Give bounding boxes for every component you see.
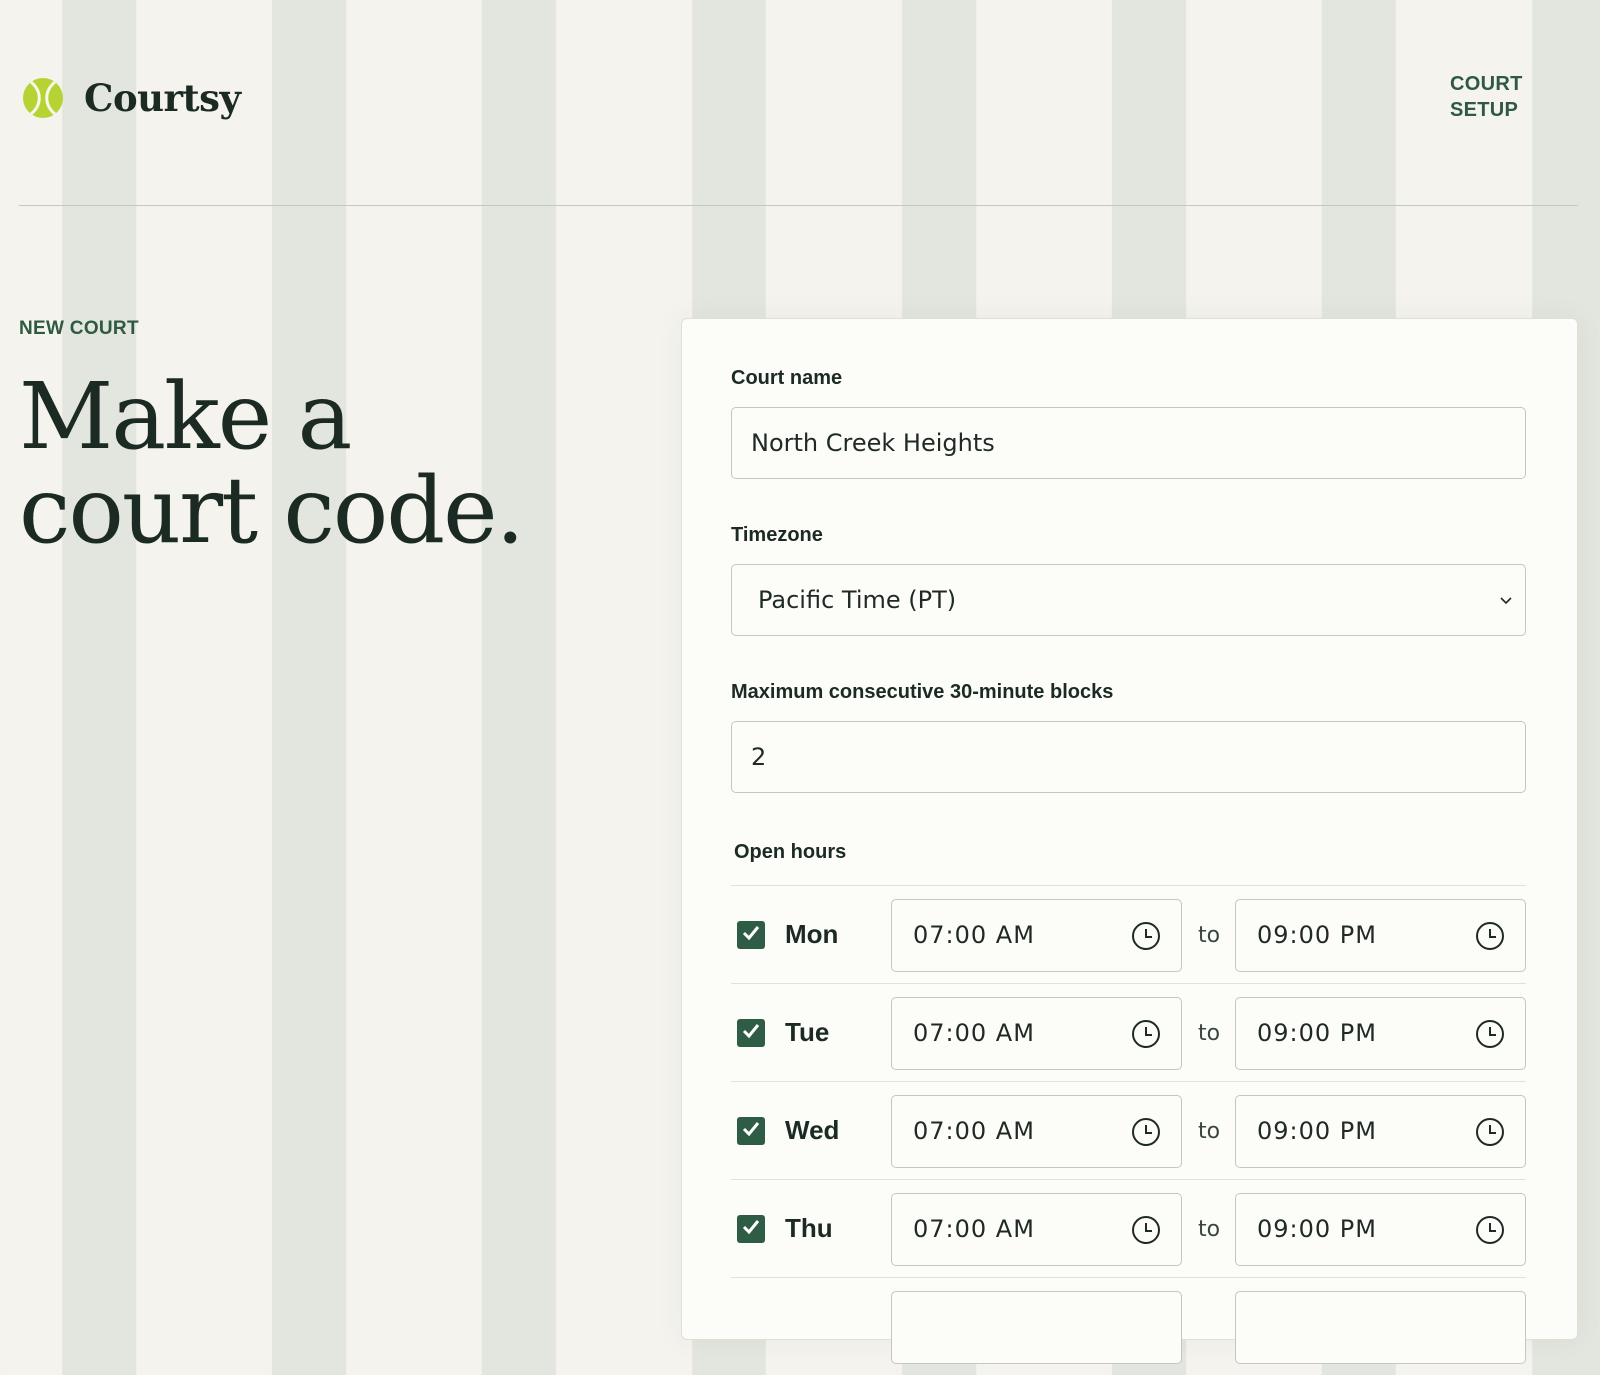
close-time-input[interactable]: 09:00 PM xyxy=(1235,997,1526,1070)
day-label: Tue xyxy=(785,1017,830,1047)
open-time-input[interactable] xyxy=(891,1291,1182,1364)
close-time-input[interactable]: 09:00 PM xyxy=(1235,1095,1526,1168)
clock-icon[interactable] xyxy=(1131,1019,1161,1049)
day-checkbox[interactable] xyxy=(737,1117,765,1145)
eyebrow-label: NEW COURT xyxy=(19,318,139,339)
day-checkbox[interactable] xyxy=(737,921,765,949)
close-time-input[interactable]: 09:00 PM xyxy=(1235,1193,1526,1266)
checkmark-icon xyxy=(741,923,761,947)
brand-name: Courtsy xyxy=(84,76,241,120)
open-time-value: 07:00 AM xyxy=(913,1019,1035,1047)
clock-icon[interactable] xyxy=(1131,921,1161,951)
tennis-ball-icon xyxy=(23,78,63,118)
site-header: Courtsy COURT SETUP xyxy=(0,0,1600,206)
open-time-value: 07:00 AM xyxy=(913,1117,1035,1145)
checkmark-icon xyxy=(741,1021,761,1045)
open-hours-row-thu: Thu 07:00 AM to 09:00 PM xyxy=(731,1179,1526,1277)
open-time-input[interactable]: 07:00 AM xyxy=(891,1193,1182,1266)
time-range-separator: to xyxy=(1198,1021,1221,1046)
page-title: Make a court code. xyxy=(19,363,525,564)
close-time-value: 09:00 PM xyxy=(1257,1019,1377,1047)
checkmark-icon xyxy=(741,1217,761,1241)
open-time-value: 07:00 AM xyxy=(913,1215,1035,1243)
day-checkbox[interactable] xyxy=(737,1215,765,1243)
hero-section: NEW COURT Make a court code. xyxy=(19,318,619,558)
max-blocks-label: Maximum consecutive 30-minute blocks xyxy=(731,681,1114,703)
clock-icon[interactable] xyxy=(1475,921,1505,951)
open-time-input[interactable]: 07:00 AM xyxy=(891,899,1182,972)
close-time-input[interactable]: 09:00 PM xyxy=(1235,899,1526,972)
open-hours-row-mon: Mon 07:00 AM to 09:00 PM xyxy=(731,885,1526,983)
header-divider xyxy=(19,205,1578,206)
court-name-input[interactable] xyxy=(731,407,1526,479)
court-form-card: Court name Timezone Pacific Time (PT) Ma… xyxy=(681,318,1578,1364)
timezone-select[interactable]: Pacific Time (PT) xyxy=(731,564,1526,636)
open-hours-row-partial xyxy=(731,1277,1526,1375)
nav-court-setup-link[interactable]: COURT SETUP xyxy=(1450,71,1560,123)
day-label: Wed xyxy=(785,1115,840,1145)
open-time-input[interactable]: 07:00 AM xyxy=(891,1095,1182,1168)
brand-logo[interactable]: Courtsy xyxy=(22,76,241,120)
clock-icon[interactable] xyxy=(1475,1215,1505,1245)
checkmark-icon xyxy=(741,1119,761,1143)
court-name-label: Court name xyxy=(731,367,843,389)
close-time-input[interactable] xyxy=(1235,1291,1526,1364)
clock-icon[interactable] xyxy=(1131,1215,1161,1245)
close-time-value: 09:00 PM xyxy=(1257,1117,1377,1145)
close-time-value: 09:00 PM xyxy=(1257,1215,1377,1243)
day-label: Mon xyxy=(785,919,839,949)
time-range-separator: to xyxy=(1198,1217,1221,1242)
clock-icon[interactable] xyxy=(1475,1019,1505,1049)
clock-icon[interactable] xyxy=(1131,1117,1161,1147)
open-hours-row-wed: Wed 07:00 AM to 09:00 PM xyxy=(731,1081,1526,1179)
day-label: Thu xyxy=(785,1213,833,1243)
chevron-down-icon xyxy=(1500,597,1512,605)
open-time-value: 07:00 AM xyxy=(913,921,1035,949)
timezone-label: Timezone xyxy=(731,524,823,546)
open-hours-row-tue: Tue 07:00 AM to 09:00 PM xyxy=(731,983,1526,1081)
time-range-separator: to xyxy=(1198,1119,1221,1144)
time-range-separator: to xyxy=(1198,923,1221,948)
open-hours-label: Open hours xyxy=(734,841,847,863)
clock-icon[interactable] xyxy=(1475,1117,1505,1147)
open-time-input[interactable]: 07:00 AM xyxy=(891,997,1182,1070)
max-blocks-input[interactable] xyxy=(731,721,1526,793)
timezone-selected-value: Pacific Time (PT) xyxy=(758,586,957,614)
day-checkbox[interactable] xyxy=(737,1019,765,1047)
close-time-value: 09:00 PM xyxy=(1257,921,1377,949)
